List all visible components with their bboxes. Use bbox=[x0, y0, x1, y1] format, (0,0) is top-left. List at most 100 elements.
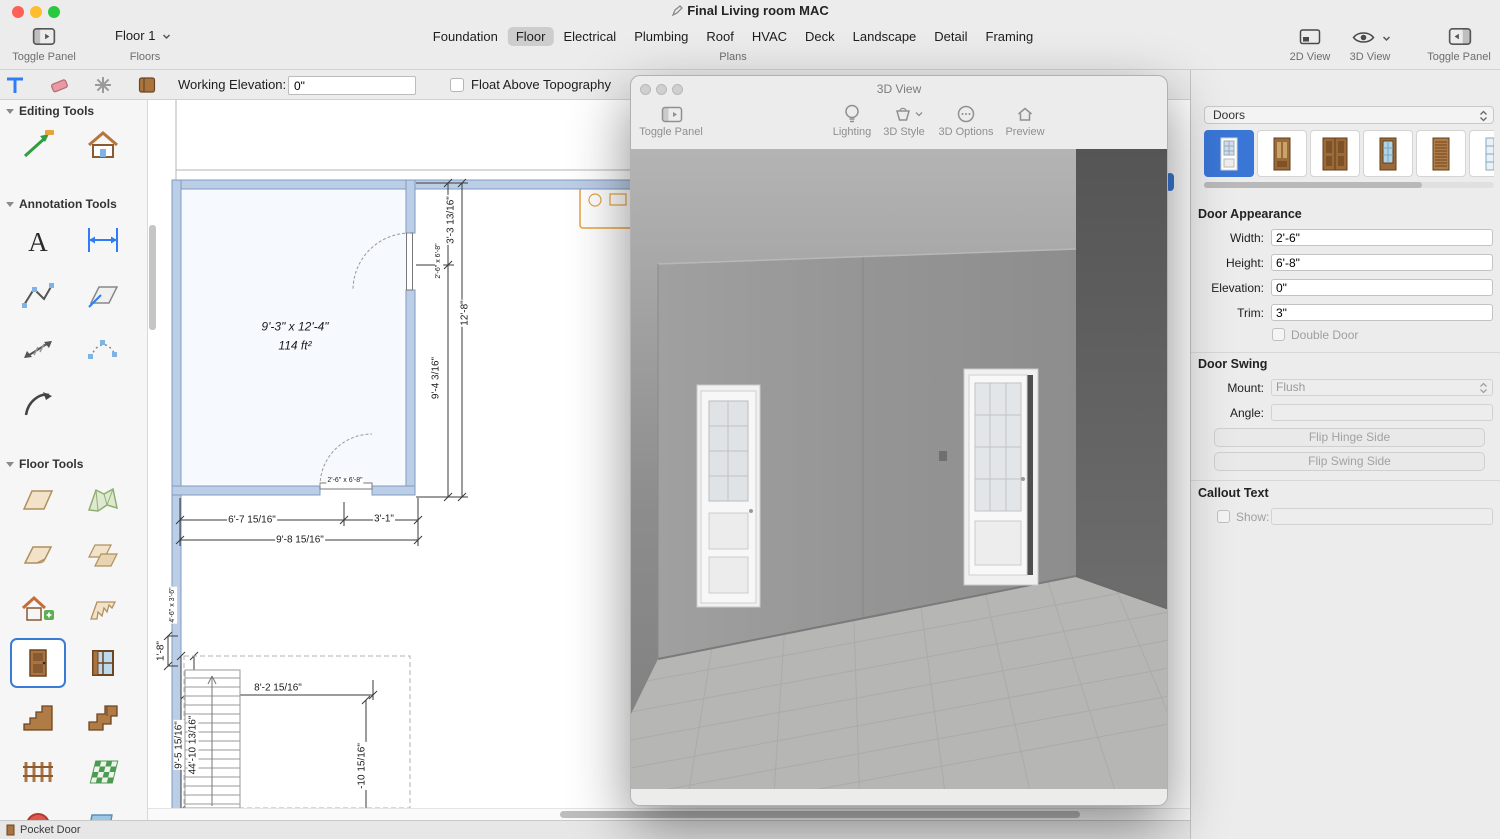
sidebar-scrollbar-thumb[interactable] bbox=[149, 225, 156, 330]
2d-view-icon[interactable] bbox=[1299, 28, 1321, 46]
3d-scene[interactable] bbox=[631, 149, 1168, 791]
trim-input[interactable] bbox=[1271, 304, 1493, 321]
tool-straight-stairs[interactable] bbox=[10, 693, 66, 743]
tool-door[interactable] bbox=[10, 638, 66, 688]
3d-options-icon[interactable] bbox=[957, 105, 975, 123]
tool-path-annotation[interactable] bbox=[75, 324, 131, 374]
3d-view-chevron-icon[interactable] bbox=[1382, 35, 1391, 42]
tool-l-stairs[interactable] bbox=[75, 693, 131, 743]
tool-select-arrow[interactable] bbox=[10, 120, 66, 170]
tool-dimension[interactable] bbox=[75, 215, 131, 265]
door-thumb-glass[interactable] bbox=[1363, 130, 1413, 177]
tool-curve-arrow[interactable] bbox=[10, 378, 66, 428]
double-door-checkbox[interactable] bbox=[1272, 328, 1285, 341]
door-thumb-french[interactable] bbox=[1469, 130, 1494, 177]
door-thumb-louvered[interactable] bbox=[1416, 130, 1466, 177]
height-input[interactable] bbox=[1271, 254, 1493, 271]
callout-text-input[interactable] bbox=[1271, 508, 1493, 525]
toggle-right-panel-icon[interactable] bbox=[1448, 27, 1472, 46]
canvas-horizontal-scrollbar[interactable] bbox=[148, 808, 1190, 820]
lighting-label[interactable]: Lighting bbox=[833, 126, 872, 138]
tool-roof-house[interactable] bbox=[10, 585, 66, 635]
door-thumb-wood[interactable] bbox=[1257, 130, 1307, 177]
width-label: Width: bbox=[1194, 231, 1264, 245]
double-door-label[interactable]: Double Door bbox=[1291, 328, 1358, 342]
tool-text[interactable]: A bbox=[10, 215, 66, 265]
lighting-bulb-icon[interactable] bbox=[843, 104, 861, 124]
3d-right-door bbox=[964, 369, 1038, 585]
hscroll-thumb[interactable] bbox=[560, 811, 1080, 818]
tool-area-dimension[interactable] bbox=[75, 270, 131, 320]
tab-framing[interactable]: Framing bbox=[978, 27, 1042, 46]
tab-detail[interactable]: Detail bbox=[926, 27, 975, 46]
3d-view-window[interactable]: 3D View Toggle Panel Lighting 3D Style bbox=[630, 75, 1168, 806]
chevron-down-icon[interactable] bbox=[915, 111, 923, 117]
elevation-input[interactable] bbox=[1271, 279, 1493, 296]
float-topography-label[interactable]: Float Above Topography bbox=[471, 77, 611, 92]
callout-show-label: Show: bbox=[1236, 510, 1269, 524]
tool-window[interactable] bbox=[75, 638, 131, 688]
angle-input[interactable] bbox=[1271, 404, 1493, 421]
door-thumb-selected[interactable] bbox=[1204, 130, 1254, 177]
editing-tools-header[interactable]: Editing Tools bbox=[6, 104, 94, 118]
flip-hinge-button[interactable]: Flip Hinge Side bbox=[1214, 428, 1485, 447]
door-appearance-header: Door Appearance bbox=[1198, 207, 1302, 221]
float-topography-checkbox[interactable] bbox=[450, 78, 464, 92]
mount-dropdown[interactable]: Flush bbox=[1271, 379, 1493, 396]
tool-floor-map[interactable] bbox=[75, 475, 131, 525]
tool-floor-material[interactable] bbox=[75, 747, 131, 797]
tab-landscape[interactable]: Landscape bbox=[845, 27, 925, 46]
thumbnails-scrollbar[interactable] bbox=[1204, 182, 1494, 188]
dim-label: 6'-7 15/16" bbox=[227, 515, 277, 526]
callout-text-header: Callout Text bbox=[1198, 486, 1269, 500]
tool-floor[interactable] bbox=[10, 475, 66, 525]
tab-hvac[interactable]: HVAC bbox=[744, 27, 795, 46]
annotation-tools-header[interactable]: Annotation Tools bbox=[6, 197, 117, 211]
tool-marked-dimension[interactable] bbox=[10, 324, 66, 374]
3d-view-label[interactable]: 3D View bbox=[1350, 51, 1391, 63]
toggle-panel-icon[interactable] bbox=[661, 106, 683, 123]
tool-column[interactable] bbox=[10, 800, 66, 820]
tool-railing[interactable] bbox=[10, 747, 66, 797]
tab-foundation[interactable]: Foundation bbox=[425, 27, 506, 46]
tool-ceiling[interactable] bbox=[10, 530, 66, 580]
preview-label[interactable]: Preview bbox=[1005, 126, 1044, 138]
floor-tools-header[interactable]: Floor Tools bbox=[6, 457, 83, 471]
stepper-arrows-icon bbox=[1479, 110, 1488, 122]
tab-roof[interactable]: Roof bbox=[698, 27, 741, 46]
width-input[interactable] bbox=[1271, 229, 1493, 246]
3d-options-label[interactable]: 3D Options bbox=[938, 126, 993, 138]
snap-settings-icon[interactable] bbox=[92, 74, 114, 96]
library-category-dropdown[interactable]: Doors bbox=[1204, 106, 1494, 124]
thumbnails-scrollbar-thumb[interactable] bbox=[1204, 182, 1422, 188]
3d-style-label[interactable]: 3D Style bbox=[883, 126, 925, 138]
flip-swing-button[interactable]: Flip Swing Side bbox=[1214, 452, 1485, 471]
tool-edit-house[interactable] bbox=[75, 120, 131, 170]
eraser-tool-icon[interactable] bbox=[48, 74, 70, 96]
floor-selector[interactable]: Floor 1 bbox=[115, 28, 171, 43]
tab-floor[interactable]: Floor bbox=[508, 27, 554, 46]
tool-panel[interactable] bbox=[75, 800, 131, 820]
tool-floor-copy[interactable] bbox=[75, 530, 131, 580]
toggle-panel-left-label[interactable]: Toggle Panel bbox=[12, 51, 76, 63]
tool-polyline-dimension[interactable] bbox=[10, 270, 66, 320]
drafting-tool-icon[interactable] bbox=[4, 74, 26, 96]
callout-show-checkbox[interactable] bbox=[1217, 510, 1230, 523]
working-elevation-input[interactable] bbox=[288, 76, 416, 95]
door-thumb-double[interactable] bbox=[1310, 130, 1360, 177]
3d-style-bucket-icon[interactable] bbox=[894, 105, 912, 123]
svg-text:A: A bbox=[28, 227, 48, 256]
2d-view-label[interactable]: 2D View bbox=[1290, 51, 1331, 63]
status-bar: Pocket Door bbox=[0, 820, 1190, 839]
materials-book-icon[interactable] bbox=[136, 74, 158, 96]
document-edit-icon bbox=[671, 5, 683, 17]
tab-electrical[interactable]: Electrical bbox=[555, 27, 624, 46]
tab-plumbing[interactable]: Plumbing bbox=[626, 27, 696, 46]
toggle-left-panel-icon[interactable] bbox=[32, 27, 56, 46]
3d-view-eye-icon[interactable] bbox=[1352, 30, 1375, 45]
preview-house-icon[interactable] bbox=[1016, 105, 1034, 123]
toggle-panel-right-label[interactable]: Toggle Panel bbox=[1427, 51, 1491, 63]
toggle-panel-label[interactable]: Toggle Panel bbox=[639, 126, 703, 138]
tool-floor-cutout[interactable] bbox=[75, 585, 131, 635]
tab-deck[interactable]: Deck bbox=[797, 27, 843, 46]
